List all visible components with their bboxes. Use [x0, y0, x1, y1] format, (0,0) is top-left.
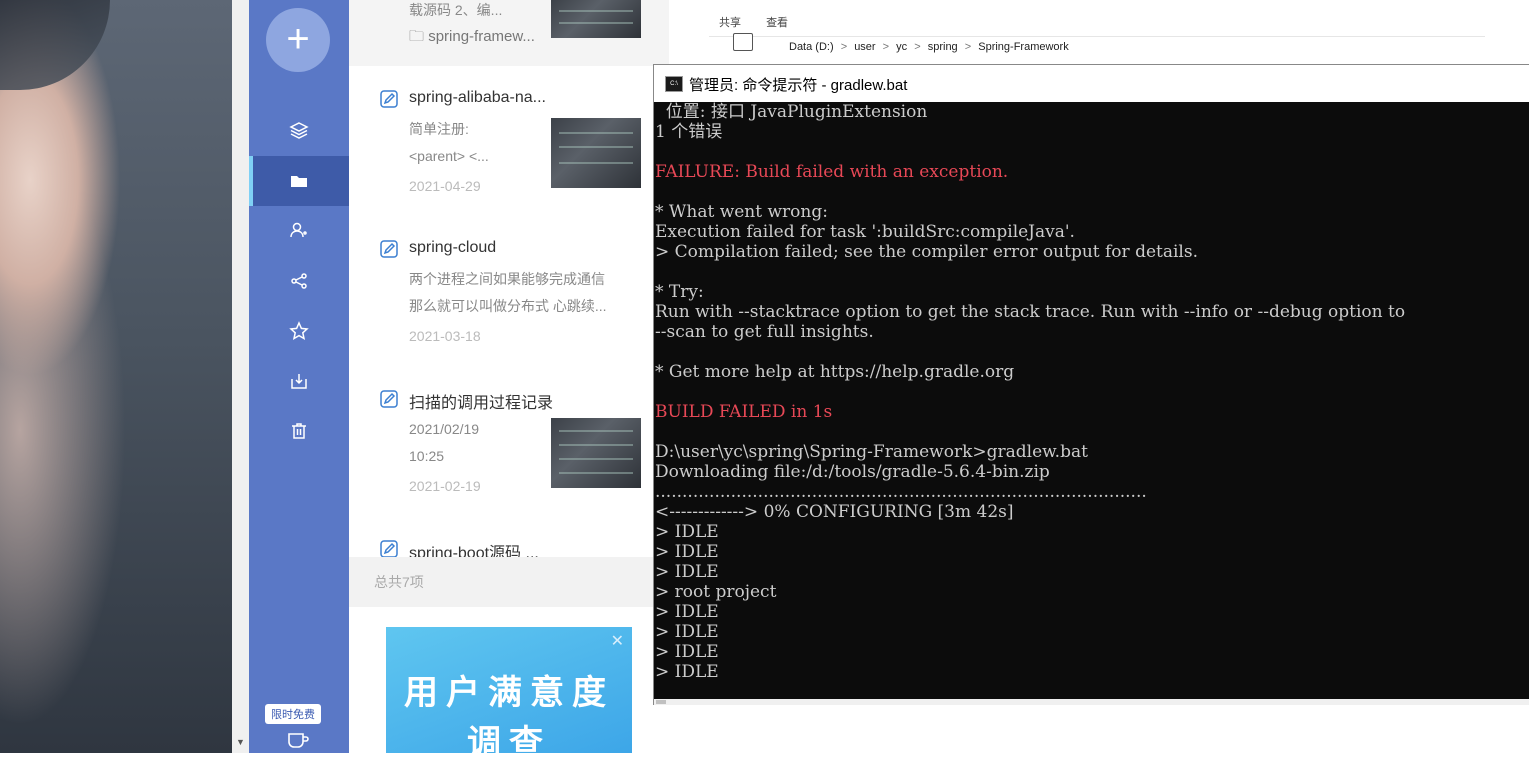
app-sidebar: + 限时免费 [249, 0, 349, 753]
terminal-line: * What went wrong: [655, 202, 828, 222]
terminal-line: 1 个错误 [655, 122, 723, 142]
note-folder-label: spring-framew... [428, 28, 535, 45]
nav-layers[interactable] [249, 105, 349, 155]
terminal-line: --scan to get full insights. [655, 322, 874, 342]
note-edit-icon [380, 390, 398, 408]
breadcrumb-user[interactable]: user [854, 41, 875, 53]
terminal-line: > IDLE [655, 622, 719, 642]
note-title: spring-alibaba-na... [409, 89, 546, 106]
folder-icon [291, 176, 307, 187]
note-edit-icon [380, 240, 398, 258]
nav-downloads[interactable] [249, 356, 349, 406]
nav-favorites[interactable] [249, 306, 349, 356]
window-titlebar[interactable]: C:\ 管理员: 命令提示符 - gradlew.bat [654, 65, 1529, 102]
survey-banner[interactable]: 用户满意度 调查 ✕ [386, 627, 632, 762]
list-item[interactable]: spring-alibaba-na... 简单注册: <parent> <...… [349, 66, 669, 216]
terminal-line: > IDLE [655, 522, 719, 542]
terminal-line: Downloading file:/d:/tools/gradle-5.6.4-… [655, 462, 1050, 482]
terminal-line: > IDLE [655, 562, 719, 582]
ribbon-tabs: 共享 查看 [719, 14, 810, 30]
terminal-line: * Try: [655, 282, 704, 302]
users-icon [290, 222, 307, 238]
photo-shadow [0, 0, 110, 90]
background-photo: ▼ [0, 0, 249, 753]
terminal-line: Execution failed for task ':buildSrc:com… [655, 222, 1075, 242]
note-snippet: 那么就可以叫做分布式 心跳续... [409, 298, 607, 314]
close-icon[interactable]: ✕ [611, 631, 624, 651]
promo-badge[interactable]: 限时免费 [265, 704, 321, 724]
terminal-line: > IDLE [655, 602, 719, 622]
cup-icon[interactable] [287, 731, 309, 749]
list-item[interactable]: spring-boot源码 ... [349, 516, 669, 562]
survey-banner-line1: 用户满意度 [404, 674, 614, 712]
breadcrumb-separator: > [840, 41, 848, 53]
terminal-line: * Get more help at https://help.gradle.o… [655, 362, 1015, 382]
terminal-line: FAILURE: Build failed with an exception. [655, 162, 1009, 182]
nav-share[interactable] [249, 256, 349, 306]
layers-icon [289, 122, 309, 139]
nav-shared-users[interactable] [249, 205, 349, 255]
command-prompt-window[interactable]: C:\ 管理员: 命令提示符 - gradlew.bat 位置: 接口 Java… [653, 64, 1529, 705]
terminal-line: > root project [655, 582, 777, 602]
total-count-bar: 总共7项 [349, 557, 669, 607]
note-title: 扫描的调用过程记录 [409, 395, 554, 412]
terminal-line: D:\user\yc\spring\Spring-Framework>gradl… [655, 442, 1088, 462]
address-bar[interactable]: Data (D:) > user > yc > spring > Spring-… [709, 33, 1485, 57]
note-date: 2021-03-18 [409, 328, 481, 344]
terminal-line: > IDLE [655, 662, 719, 682]
note-thumbnail [551, 418, 641, 488]
star-icon [289, 321, 309, 340]
list-item[interactable]: spring-cloud 两个进程之间如果能够完成通信 那么就可以叫做分布式 心… [349, 216, 669, 366]
terminal-output[interactable]: 位置: 接口 JavaPluginExtension 1 个错误 FAILURE: … [654, 102, 1529, 699]
breadcrumb-separator: > [964, 41, 972, 53]
new-note-button[interactable]: + [266, 8, 330, 72]
note-title: spring-cloud [409, 239, 497, 256]
breadcrumb-spring[interactable]: spring [928, 41, 958, 53]
terminal-line: 位置: 接口 JavaPluginExtension [655, 102, 928, 122]
scroll-down-arrow-icon[interactable]: ▼ [236, 737, 245, 747]
breadcrumb-yc[interactable]: yc [896, 41, 907, 53]
trash-icon [292, 423, 306, 439]
note-thumbnail [551, 0, 641, 38]
note-snippet: 两个进程之间如果能够完成通信 [409, 271, 605, 287]
terminal-line: > IDLE [655, 542, 719, 562]
note-edit-icon [380, 90, 398, 108]
terminal-line: BUILD FAILED in 1s [655, 402, 833, 422]
total-count-label: 总共7项 [374, 574, 424, 590]
terminal-line: ........................................… [655, 482, 1147, 502]
vertical-scrollbar[interactable]: ▼ [232, 0, 249, 753]
horizontal-scrollbar[interactable] [654, 699, 1529, 705]
note-edit-icon [380, 540, 398, 558]
terminal-line: > Compilation failed; see the compiler e… [655, 242, 1198, 262]
cmd-icon: C:\ [665, 76, 683, 92]
note-folder: 🗀 spring-framew... [409, 26, 535, 51]
note-list: 载源码 2、编... 🗀 spring-framew... spring-ali… [349, 0, 669, 762]
list-item[interactable]: 扫描的调用过程记录 2021/02/19 10:25 2021-02-19 [349, 366, 669, 516]
note-date: 2021-02-19 [409, 478, 481, 494]
breadcrumb-drive[interactable]: Data (D:) [789, 41, 834, 53]
survey-banner-line2: 调查 [467, 724, 551, 762]
note-date: 2021-04-29 [409, 178, 481, 194]
breadcrumb-separator: > [914, 41, 921, 53]
share-icon [291, 273, 307, 289]
terminal-line: Run with --stacktrace option to get the … [655, 302, 1406, 322]
breadcrumb-spring-framework[interactable]: Spring-Framework [978, 41, 1068, 53]
tab-view[interactable]: 查看 [766, 17, 788, 29]
breadcrumb-separator: > [882, 41, 890, 53]
note-thumbnail [551, 118, 641, 188]
nav-trash[interactable] [249, 406, 349, 456]
breadcrumb: Data (D:) > user > yc > spring > Spring-… [789, 37, 1073, 57]
terminal-line: > IDLE [655, 642, 719, 662]
list-item[interactable]: 载源码 2、编... 🗀 spring-framew... [349, 0, 669, 66]
scrollbar-thumb[interactable] [656, 700, 666, 704]
terminal-line: <-------------> 0% CONFIGURING [3m 42s] [655, 502, 1014, 522]
nav-folders[interactable] [249, 156, 349, 206]
tab-share[interactable]: 共享 [719, 17, 741, 29]
image-icon[interactable] [733, 33, 753, 51]
file-explorer-window: 共享 查看 Data (D:) > user > yc > spring > S… [669, 0, 1529, 64]
download-box-icon [291, 374, 307, 389]
folder-outline-icon: 🗀 [409, 28, 425, 45]
window-title: 管理员: 命令提示符 - gradlew.bat [689, 77, 908, 94]
